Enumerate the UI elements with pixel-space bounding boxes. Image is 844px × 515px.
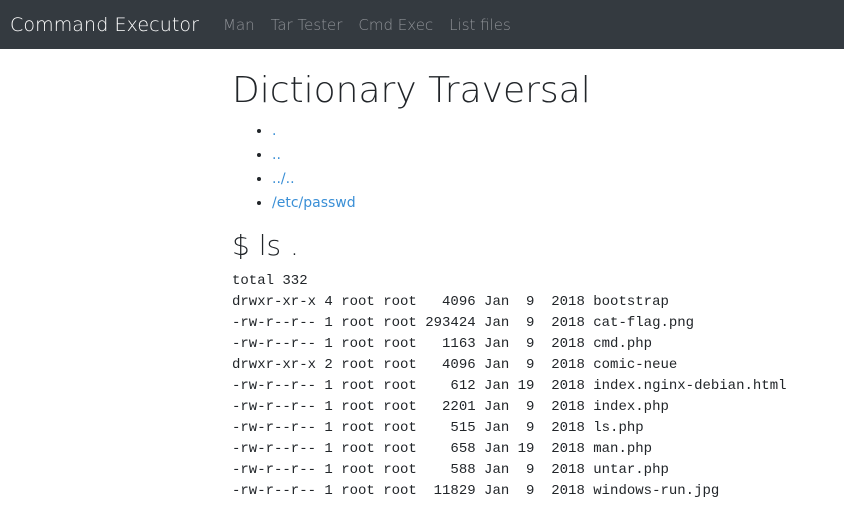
navbar-brand[interactable]: Command Executor [10, 14, 199, 36]
list-item: .. [272, 143, 844, 167]
page-title: Dictionary Traversal [232, 70, 591, 111]
navbar: Command Executor Man Tar Tester Cmd Exec… [0, 0, 844, 49]
output-line: -rw-r--r-- 1 root root 11829 Jan 9 2018 … [232, 483, 720, 499]
output-line: -rw-r--r-- 1 root root 2201 Jan 9 2018 i… [232, 399, 669, 415]
list-item: /etc/passwd [272, 191, 844, 215]
list-item: . [272, 119, 844, 143]
output-line: -rw-r--r-- 1 root root 588 Jan 9 2018 un… [232, 462, 669, 478]
main-content: Dictionary Traversal . .. ../.. /etc/pas… [232, 71, 844, 502]
nav-link-list-files[interactable]: List files [449, 16, 511, 34]
output-line: drwxr-xr-x 2 root root 4096 Jan 9 2018 c… [232, 357, 678, 373]
output-line: -rw-r--r-- 1 root root 658 Jan 19 2018 m… [232, 441, 653, 457]
dir-link-grandparent[interactable]: ../.. [272, 171, 295, 187]
output-line: -rw-r--r-- 1 root root 612 Jan 19 2018 i… [232, 378, 787, 394]
command-output: total 332 drwxr-xr-x 4 root root 4096 Jan… [232, 271, 844, 502]
nav-link-man[interactable]: Man [223, 16, 255, 34]
command-heading: $ ls . [232, 229, 299, 262]
dir-link-current[interactable]: . [272, 123, 276, 139]
dir-link-etc-passwd[interactable]: /etc/passwd [272, 195, 356, 211]
output-line: drwxr-xr-x 4 root root 4096 Jan 9 2018 b… [232, 294, 669, 310]
dir-link-parent[interactable]: .. [272, 147, 281, 163]
output-line: -rw-r--r-- 1 root root 1163 Jan 9 2018 c… [232, 336, 653, 352]
output-line: -rw-r--r-- 1 root root 293424 Jan 9 2018… [232, 315, 695, 331]
nav-link-tar-tester[interactable]: Tar Tester [271, 16, 343, 34]
nav-link-cmd-exec[interactable]: Cmd Exec [358, 16, 433, 34]
list-item: ../.. [272, 167, 844, 191]
output-line: -rw-r--r-- 1 root root 515 Jan 9 2018 ls… [232, 420, 644, 436]
output-line: total 332 [232, 273, 308, 289]
directory-link-list: . .. ../.. /etc/passwd [232, 119, 844, 215]
